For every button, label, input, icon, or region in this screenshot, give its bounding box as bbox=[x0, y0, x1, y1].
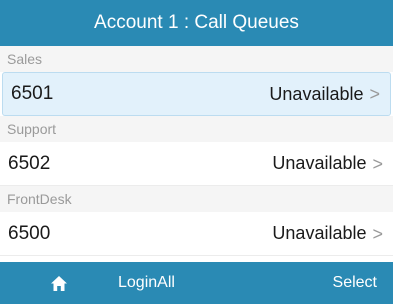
queue-extension: 6500 bbox=[8, 222, 51, 244]
softkey-bar: LoginAll Select bbox=[0, 262, 393, 304]
group-header-sales: Sales bbox=[0, 46, 393, 72]
chevron-right-icon: > bbox=[372, 153, 383, 174]
queue-status: Unavailable bbox=[269, 83, 364, 104]
login-all-softkey[interactable]: LoginAll bbox=[118, 274, 242, 292]
queue-status: Unavailable bbox=[272, 223, 367, 243]
call-queue-list: Sales 6501 Unavailable > Support 6502 Un… bbox=[0, 46, 393, 262]
queue-row-support[interactable]: 6502 Unavailable > bbox=[0, 142, 393, 186]
group-header-support: Support bbox=[0, 116, 393, 142]
home-softkey[interactable] bbox=[0, 275, 118, 292]
group-header-frontdesk: FrontDesk bbox=[0, 186, 393, 212]
select-softkey[interactable]: Select bbox=[242, 274, 393, 292]
queue-row-sales[interactable]: 6501 Unavailable > bbox=[2, 72, 391, 116]
chevron-right-icon: > bbox=[372, 223, 383, 244]
queue-extension: 6501 bbox=[11, 83, 54, 104]
queue-row-frontdesk[interactable]: 6500 Unavailable > bbox=[0, 212, 393, 256]
chevron-right-icon: > bbox=[369, 84, 380, 104]
title-bar: Account 1 : Call Queues bbox=[0, 0, 393, 46]
queue-extension: 6502 bbox=[8, 152, 51, 174]
home-icon bbox=[51, 275, 67, 291]
queue-status: Unavailable bbox=[272, 153, 367, 173]
page-title: Account 1 : Call Queues bbox=[94, 12, 299, 33]
